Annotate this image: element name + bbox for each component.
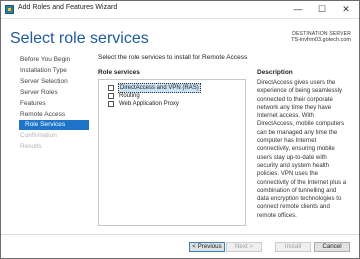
instruction-text: Select the role services to install for …	[98, 54, 248, 61]
destination-server-name: TS-invfrm03.gotech.com	[291, 37, 351, 43]
nav-item-remote-access[interactable]: Remote Access	[20, 110, 65, 120]
window-title: Add Roles and Features Wizard	[18, 4, 118, 11]
wizard-header: Select role services DESTINATION SERVER …	[1, 19, 359, 49]
nav-item-role-services[interactable]: Role Services	[19, 120, 89, 130]
install-button[interactable]: Install	[275, 242, 311, 252]
nav-item-features[interactable]: Features	[20, 99, 46, 109]
wizard-window: Add Roles and Features Wizard — ☐ ✕ Sele…	[0, 0, 360, 259]
minimize-icon[interactable]: —	[286, 1, 310, 18]
footer-divider	[1, 234, 359, 235]
title-bar[interactable]: Add Roles and Features Wizard — ☐ ✕	[1, 1, 359, 19]
page-title: Select role services	[10, 30, 149, 47]
description-heading: Description	[257, 69, 293, 76]
wizard-nav: Before You Begin Installation Type Serve…	[1, 50, 93, 230]
role-checkbox-routing[interactable]	[108, 93, 114, 99]
close-icon[interactable]: ✕	[334, 1, 358, 18]
role-label-routing[interactable]: Routing	[118, 92, 141, 100]
role-services-list[interactable]: DirectAccess and VPN (RAS) Routing Web A…	[98, 79, 246, 226]
main-content: Select the role services to install for …	[98, 52, 353, 230]
role-label-web-application-proxy[interactable]: Web Application Proxy	[118, 100, 180, 108]
description-text: DirectAccess gives users the experience …	[257, 79, 347, 219]
nav-item-server-roles[interactable]: Server Roles	[20, 88, 58, 98]
role-checkbox-directaccess-vpn[interactable]	[108, 85, 114, 91]
role-checkbox-web-application-proxy[interactable]	[108, 101, 114, 107]
cancel-button[interactable]: Cancel	[314, 242, 350, 252]
nav-item-results: Results	[20, 143, 42, 150]
server-manager-icon	[5, 5, 14, 14]
next-button[interactable]: Next >	[226, 242, 262, 252]
nav-item-confirmation: Confirmation	[20, 132, 57, 139]
nav-item-installation-type[interactable]: Installation Type	[20, 66, 67, 76]
nav-item-server-selection[interactable]: Server Selection	[20, 77, 68, 87]
maximize-icon[interactable]: ☐	[310, 1, 334, 18]
role-services-heading: Role services	[98, 69, 140, 76]
nav-item-before-you-begin[interactable]: Before You Begin	[20, 55, 70, 65]
previous-button[interactable]: < Previous	[189, 242, 225, 252]
